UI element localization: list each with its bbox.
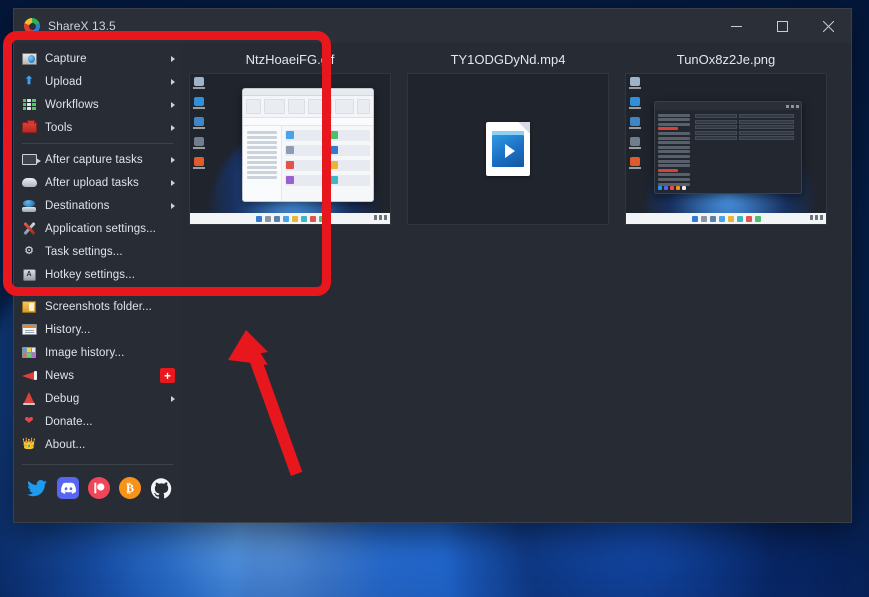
menu-item-about[interactable]: 👑 About... (14, 433, 181, 456)
close-icon[interactable] (805, 9, 851, 43)
thumbnail-filename: TunOx8z2Je.png (676, 52, 776, 67)
thumbnail-cell[interactable]: NtzHoaeiFG.gif (189, 49, 391, 225)
folder-icon (20, 299, 38, 315)
thumbnail-filename: NtzHoaeiFG.gif (245, 52, 335, 67)
menu-item-label: Upload (45, 75, 83, 88)
thumbnail-preview-sharex[interactable] (625, 73, 827, 225)
sharex-logo-icon (24, 18, 40, 34)
main-menu-panel: Capture ⬆ Upload Workflows Tools After c… (14, 43, 181, 522)
thumbnail-preview-video[interactable] (407, 73, 609, 225)
patreon-icon[interactable] (88, 477, 110, 499)
menu-item-label: Tools (45, 121, 73, 134)
twitter-icon[interactable] (26, 477, 48, 499)
chevron-right-icon (171, 78, 175, 85)
maximize-icon[interactable] (759, 9, 805, 43)
menu-item-label: Capture (45, 52, 87, 65)
menu-item-label: News (45, 369, 75, 382)
bitcoin-icon[interactable]: ₿ (119, 477, 141, 499)
menu-item-application-settings[interactable]: Application settings... (14, 217, 181, 240)
keyboard-key-icon: A (20, 267, 38, 283)
menu-item-label: Screenshots folder... (45, 300, 152, 313)
menu-item-label: Donate... (45, 415, 93, 428)
window-titlebar[interactable]: ShareX 13.5 (14, 9, 851, 43)
menu-item-news[interactable]: News + (14, 364, 181, 387)
chevron-right-icon (171, 202, 175, 209)
camera-icon (20, 51, 38, 67)
gear-icon: ⚙ (24, 245, 34, 257)
window-body: Capture ⬆ Upload Workflows Tools After c… (14, 43, 851, 522)
menu-item-label: Task settings... (45, 245, 123, 258)
menu-item-workflows[interactable]: Workflows (14, 93, 181, 116)
menu-item-label: Debug (45, 392, 80, 405)
menu-item-label: Application settings... (45, 222, 156, 235)
thumbnail-cell[interactable]: TY1ODGDyNd.mp4 (407, 49, 609, 225)
menu-item-capture[interactable]: Capture (14, 47, 181, 70)
mini-desktop (626, 74, 826, 224)
window-controls (713, 9, 851, 43)
chevron-right-icon (171, 179, 175, 186)
video-file-icon (486, 122, 530, 176)
sharex-main-window: ShareX 13.5 Capture ⬆ Upload Workflows T… (13, 8, 852, 523)
social-links-row: ₿ (14, 469, 181, 499)
mini-desktop (190, 74, 390, 224)
menu-item-hotkey-settings[interactable]: A Hotkey settings... (14, 263, 181, 286)
workflows-grid-icon (20, 97, 38, 113)
chevron-right-icon (171, 395, 175, 402)
menu-item-image-history[interactable]: Image history... (14, 341, 181, 364)
upload-arrow-icon: ⬆ (24, 75, 34, 87)
menu-item-after-capture-tasks[interactable]: After capture tasks (14, 148, 181, 171)
mini-taskbar (626, 213, 826, 224)
thumbnail-preview-explorer[interactable] (189, 73, 391, 225)
discord-icon[interactable] (57, 477, 79, 499)
svg-text:₿: ₿ (126, 481, 134, 495)
task-thumbnail-list: NtzHoaeiFG.gif TY1ODGDyNd.mp4 TunOx8z2Je… (181, 43, 851, 522)
menu-item-upload[interactable]: ⬆ Upload (14, 70, 181, 93)
menu-item-label: Image history... (45, 346, 125, 359)
menu-item-task-settings[interactable]: ⚙ Task settings... (14, 240, 181, 263)
history-icon (20, 322, 38, 338)
menu-item-label: Workflows (45, 98, 99, 111)
chevron-right-icon (171, 156, 175, 163)
menu-item-history[interactable]: History... (14, 318, 181, 341)
menu-item-destinations[interactable]: Destinations (14, 194, 181, 217)
chevron-right-icon (171, 124, 175, 131)
menu-item-screenshots-folder[interactable]: Screenshots folder... (14, 295, 181, 318)
menu-item-after-upload-tasks[interactable]: After upload tasks (14, 171, 181, 194)
chevron-right-icon (171, 55, 175, 62)
crown-icon: 👑 (22, 438, 36, 450)
cloud-icon (20, 175, 38, 191)
destinations-icon (20, 198, 38, 214)
mini-sharex-window (654, 101, 802, 194)
menu-divider (22, 290, 173, 291)
menu-item-debug[interactable]: Debug (14, 387, 181, 410)
mini-desktop-icons (193, 77, 205, 171)
window-title: ShareX 13.5 (48, 19, 116, 33)
mini-taskbar (190, 213, 390, 224)
toolbox-icon (20, 120, 38, 136)
minimize-icon[interactable] (713, 9, 759, 43)
traffic-cone-icon (20, 391, 38, 407)
tools-cross-icon (20, 221, 38, 237)
menu-item-label: Destinations (45, 199, 110, 212)
menu-item-tools[interactable]: Tools (14, 116, 181, 139)
menu-item-donate[interactable]: ❤ Donate... (14, 410, 181, 433)
menu-item-label: After capture tasks (45, 153, 143, 166)
mini-desktop-icons (629, 77, 641, 171)
mini-file-explorer-window (242, 87, 374, 202)
menu-divider (22, 143, 173, 144)
after-capture-icon (20, 152, 41, 168)
github-icon[interactable] (150, 477, 172, 499)
megaphone-icon (20, 368, 38, 384)
image-history-icon (20, 345, 38, 361)
news-badge: + (160, 368, 175, 383)
thumbnail-filename: TY1ODGDyNd.mp4 (450, 52, 566, 67)
thumbnail-cell[interactable]: TunOx8z2Je.png (625, 49, 827, 225)
heart-icon: ❤ (24, 415, 34, 427)
menu-item-label: Hotkey settings... (45, 268, 136, 281)
chevron-right-icon (171, 101, 175, 108)
menu-item-label: After upload tasks (45, 176, 139, 189)
menu-item-label: History... (45, 323, 91, 336)
menu-divider (22, 464, 173, 465)
menu-item-label: About... (45, 438, 86, 451)
